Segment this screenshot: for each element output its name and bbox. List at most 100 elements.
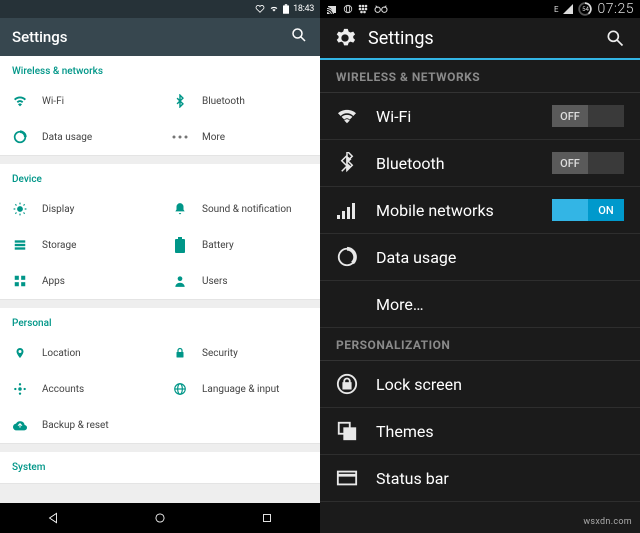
- cyanogen-icon: [373, 4, 389, 14]
- bbm-icon: [358, 4, 368, 14]
- network-type: E: [554, 5, 559, 14]
- item-label: Users: [202, 276, 228, 287]
- app-bar: Settings: [0, 18, 320, 56]
- wifi-icon: [336, 105, 358, 127]
- status-bar: E 54 07:25: [320, 0, 640, 18]
- item-label: Security: [202, 348, 238, 359]
- item-label: Data usage: [42, 132, 92, 143]
- item-label: Data usage: [376, 248, 624, 267]
- item-label: Wi-Fi: [376, 107, 534, 126]
- settings-item-wifi[interactable]: Wi-Fi: [0, 83, 160, 119]
- bluetooth-icon: [336, 152, 358, 174]
- toggle-switch[interactable]: ON: [552, 199, 624, 221]
- settings-item-display[interactable]: Display: [0, 191, 160, 227]
- gear-icon: [334, 27, 356, 49]
- category-header: Personal: [0, 308, 320, 335]
- wifi-status-icon: [269, 4, 279, 14]
- toggle-switch[interactable]: OFF: [552, 105, 624, 127]
- settings-item-apps[interactable]: Apps: [0, 263, 160, 299]
- battery-status-icon: [283, 4, 289, 14]
- category-header: PERSONALIZATION: [320, 328, 640, 361]
- status-time: 18:43: [293, 4, 314, 14]
- search-icon[interactable]: [290, 26, 308, 48]
- search-icon[interactable]: [604, 27, 626, 49]
- item-label: Themes: [376, 422, 624, 441]
- heart-icon: [255, 4, 265, 14]
- data-usage-icon: [12, 129, 28, 145]
- data-usage-icon: [336, 246, 358, 268]
- lock-circle-icon: [336, 373, 358, 395]
- storage-icon: [12, 237, 28, 253]
- settings-item-bluetooth[interactable]: Bluetooth: [160, 83, 320, 119]
- settings-item-data-usage[interactable]: Data usage: [0, 119, 160, 155]
- item-label: Location: [42, 348, 81, 359]
- item-label: More…: [376, 295, 624, 314]
- item-label: Status bar: [376, 469, 624, 488]
- backup-icon: [12, 417, 28, 433]
- app-bar: Settings: [320, 18, 640, 60]
- item-label: Mobile networks: [376, 201, 534, 220]
- item-label: Battery: [202, 240, 234, 251]
- item-label: Apps: [42, 276, 65, 287]
- more-icon: [172, 129, 188, 145]
- themes-icon: [336, 420, 358, 442]
- nav-back-icon[interactable]: [46, 511, 60, 525]
- signal-icon: [336, 199, 358, 221]
- item-label: Wi-Fi: [42, 96, 64, 107]
- lock-icon: [172, 345, 188, 361]
- settings-item-storage[interactable]: Storage: [0, 227, 160, 263]
- cast-icon: [326, 4, 338, 14]
- settings-item-battery[interactable]: Battery: [160, 227, 320, 263]
- accounts-icon: [12, 381, 28, 397]
- item-label: Bluetooth: [202, 96, 245, 107]
- settings-item-more[interactable]: More…: [320, 281, 640, 328]
- battery-icon: [172, 237, 188, 253]
- category-header: Device: [0, 164, 320, 191]
- settings-list: WIRELESS & NETWORKS Wi-Fi OFF Bluetooth …: [320, 60, 640, 533]
- settings-item-lock-screen[interactable]: Lock screen: [320, 361, 640, 408]
- settings-item-backup[interactable]: Backup & reset: [0, 407, 320, 443]
- wifi-icon: [12, 93, 28, 109]
- toggle-switch[interactable]: OFF: [552, 152, 624, 174]
- item-label: Sound & notification: [202, 204, 292, 215]
- status-time: 07:25: [597, 1, 634, 17]
- settings-item-bluetooth[interactable]: Bluetooth OFF: [320, 140, 640, 187]
- page-title: Settings: [12, 28, 68, 46]
- category-header: Wireless & networks: [0, 56, 320, 83]
- item-label: Bluetooth: [376, 154, 534, 173]
- item-label: Backup & reset: [42, 420, 109, 431]
- settings-item-mobile[interactable]: Mobile networks ON: [320, 187, 640, 234]
- settings-item-accounts[interactable]: Accounts: [0, 371, 160, 407]
- page-title: Settings: [368, 28, 592, 49]
- bluetooth-icon: [172, 93, 188, 109]
- nav-home-icon[interactable]: [153, 511, 167, 525]
- settings-item-status-bar[interactable]: Status bar: [320, 455, 640, 502]
- bell-icon: [172, 201, 188, 217]
- item-label: More: [202, 132, 225, 143]
- settings-item-security[interactable]: Security: [160, 335, 320, 371]
- display-icon: [12, 201, 28, 217]
- nav-recent-icon[interactable]: [260, 511, 274, 525]
- category-header: System: [0, 452, 320, 479]
- battery-circle-icon: 54: [578, 2, 592, 16]
- apps-icon: [12, 273, 28, 289]
- signal-icon: [563, 4, 573, 14]
- item-label: Storage: [42, 240, 76, 251]
- settings-list: Wireless & networks Wi-Fi Bluetooth Data…: [0, 56, 320, 503]
- item-label: Accounts: [42, 384, 84, 395]
- settings-item-themes[interactable]: Themes: [320, 408, 640, 455]
- blank-icon: [336, 293, 358, 315]
- language-icon: [172, 381, 188, 397]
- status-bar: 18:43: [0, 0, 320, 18]
- settings-item-data-usage[interactable]: Data usage: [320, 234, 640, 281]
- users-icon: [172, 273, 188, 289]
- settings-item-language[interactable]: Language & input: [160, 371, 320, 407]
- item-label: Language & input: [202, 384, 279, 395]
- settings-item-users[interactable]: Users: [160, 263, 320, 299]
- settings-item-more[interactable]: More: [160, 119, 320, 155]
- settings-item-wifi[interactable]: Wi-Fi OFF: [320, 93, 640, 140]
- location-icon: [12, 345, 28, 361]
- statusbar-icon: [336, 467, 358, 489]
- settings-item-sound[interactable]: Sound & notification: [160, 191, 320, 227]
- settings-item-location[interactable]: Location: [0, 335, 160, 371]
